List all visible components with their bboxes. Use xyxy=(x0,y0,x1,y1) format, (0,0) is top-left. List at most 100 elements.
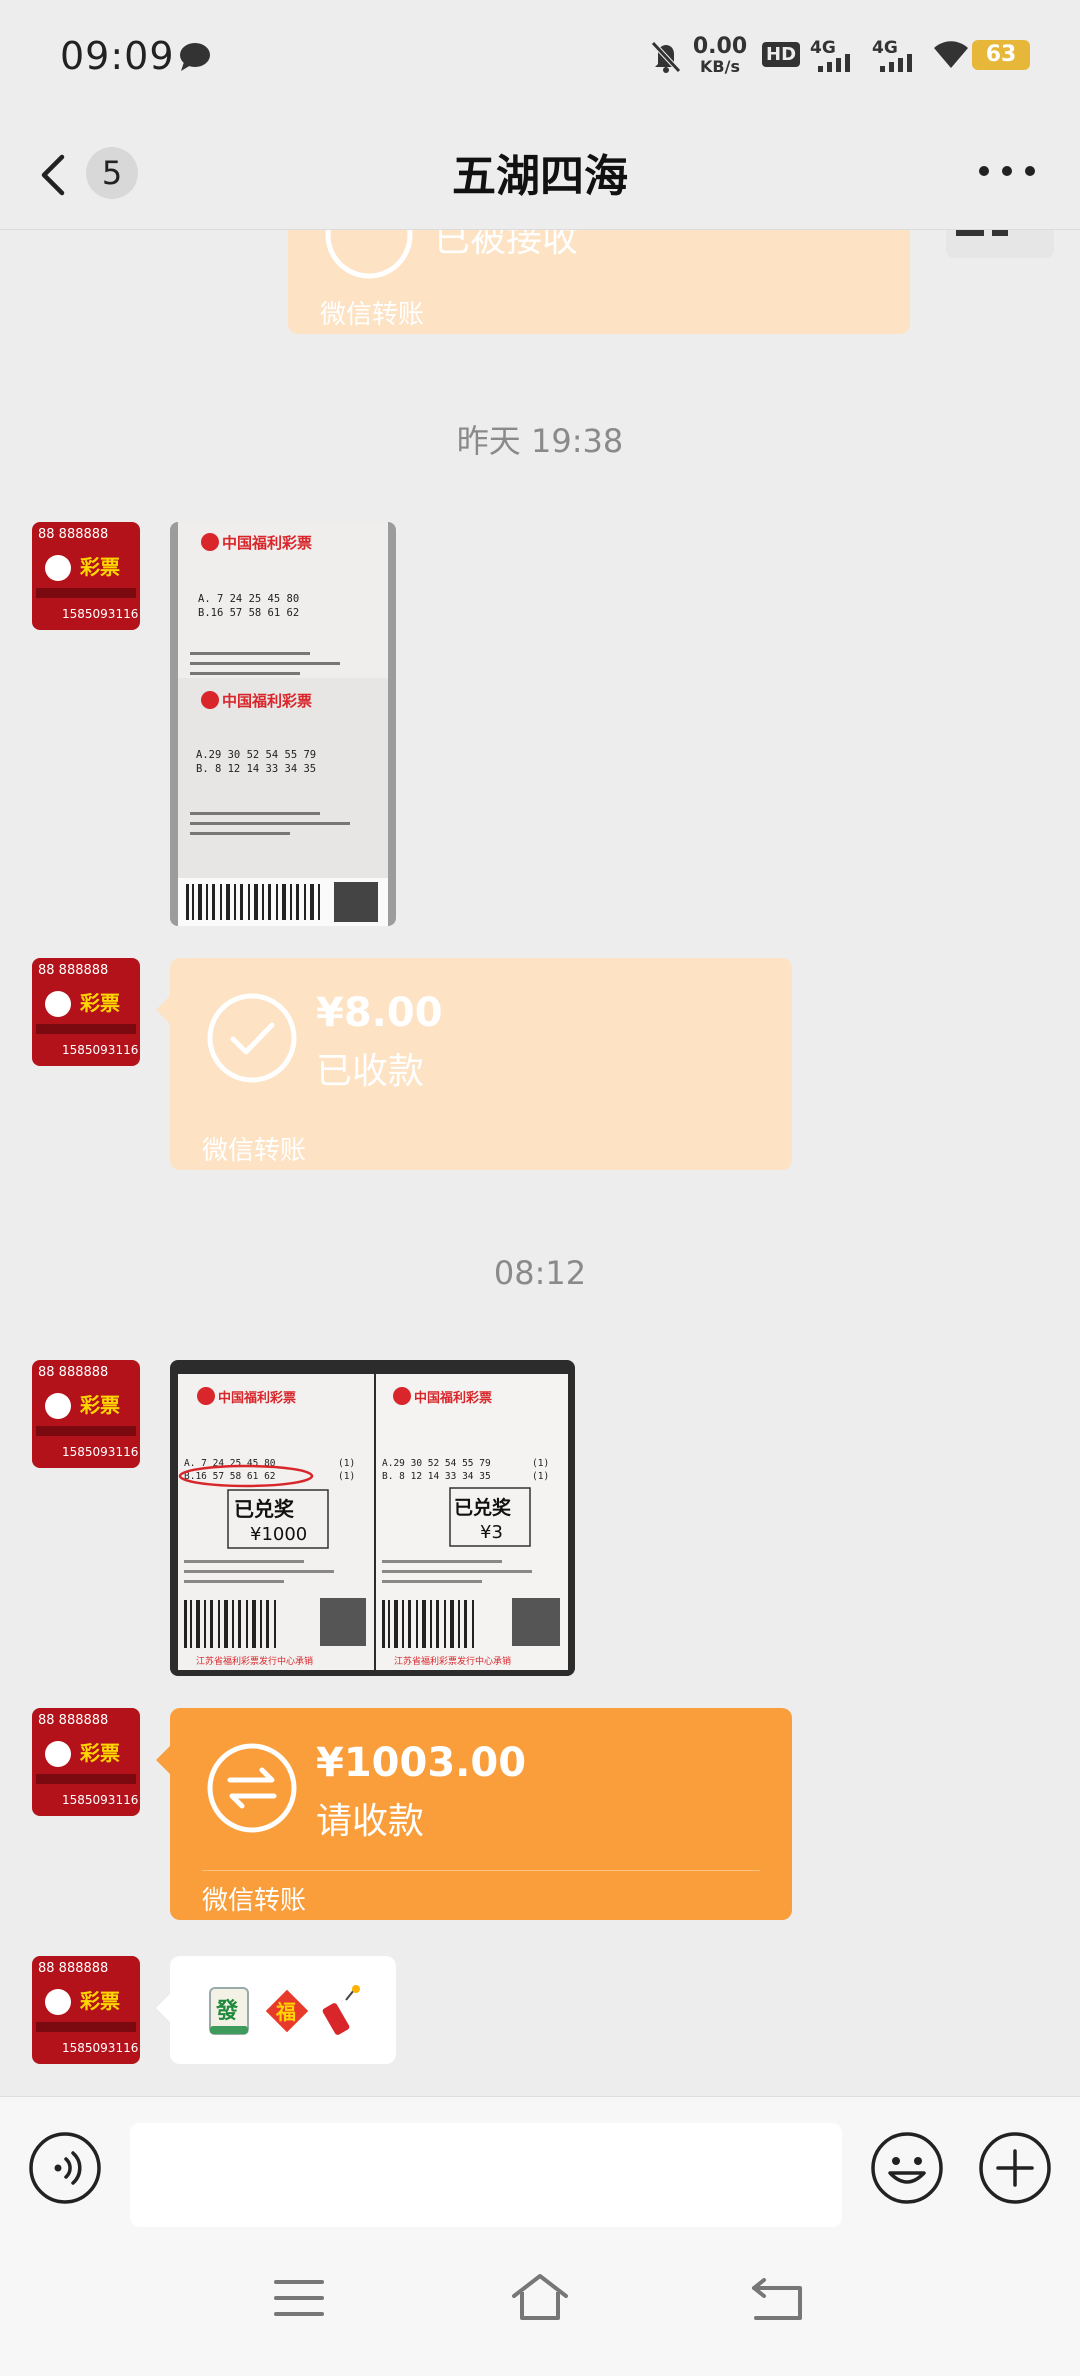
svg-text:1585093116: 1585093116 xyxy=(62,2041,138,2055)
message-input-bar xyxy=(0,2096,1080,2236)
status-time: 09:09 xyxy=(60,34,175,78)
svg-text:(1): (1) xyxy=(338,1471,355,1482)
sender-avatar[interactable]: 88 888888 彩票 1585093116 xyxy=(32,1360,140,1468)
svg-text:A. 7 24 25 45 80: A. 7 24 25 45 80 xyxy=(198,593,299,605)
lottery-avatar-image: 88 888888 彩票 1585093116 xyxy=(32,1360,140,1468)
svg-text:江苏省福利彩票发行中心承销: 江苏省福利彩票发行中心承销 xyxy=(196,1655,313,1667)
transfer-arrows-icon xyxy=(207,1743,297,1833)
checkmark-circle-icon xyxy=(207,993,297,1083)
svg-text:1585093116: 1585093116 xyxy=(62,1445,138,1459)
transfer-amount: ¥8.00 xyxy=(316,990,443,1036)
svg-text:B. 8 12 14 33 34 35: B. 8 12 14 33 34 35 xyxy=(196,763,316,775)
svg-text:(1): (1) xyxy=(532,1471,549,1482)
checkmark-circle-icon xyxy=(325,230,413,279)
svg-text:(1): (1) xyxy=(532,1458,549,1469)
more-functions-button[interactable] xyxy=(978,2131,1052,2209)
smiley-face-icon xyxy=(871,2132,943,2204)
svg-text:A.29 30 52 54 55 79: A.29 30 52 54 55 79 xyxy=(382,1458,491,1469)
svg-text:B.16 57 58 61 62: B.16 57 58 61 62 xyxy=(198,607,299,619)
message-timestamp: 08:12 xyxy=(493,1254,587,1292)
sender-avatar[interactable]: 88 888888 彩票 1585093116 xyxy=(32,958,140,1066)
svg-text:(1): (1) xyxy=(338,1458,355,1469)
mahjong-fa-emoji: 發 xyxy=(209,1987,249,2035)
lottery-avatar-image: 88 888888 彩票 1585093116 xyxy=(32,958,140,1066)
svg-text:¥1000: ¥1000 xyxy=(250,1524,307,1545)
svg-text:1585093116: 1585093116 xyxy=(62,1043,138,1057)
transfer-amount: ¥1003.00 xyxy=(316,1740,527,1786)
sender-avatar[interactable]: 88 888888 彩票 1585093116 xyxy=(32,522,140,630)
fu-character-emoji: 福 xyxy=(265,1989,309,2033)
signal-bars-icon xyxy=(818,54,850,72)
emoji-picker-button[interactable] xyxy=(870,2131,944,2209)
voice-icon xyxy=(29,2132,101,2204)
svg-text:1585093116: 1585093116 xyxy=(62,607,138,621)
wifi-icon xyxy=(934,41,968,68)
svg-text:88 888888: 88 888888 xyxy=(38,527,108,542)
lottery-avatar-image: 88 888888 彩票 1585093116 xyxy=(32,1956,140,2064)
status-bar: 09:09 0.00 KB/s HD 4G 4G 63 xyxy=(0,0,1080,115)
svg-text:彩票: 彩票 xyxy=(79,1989,120,2013)
svg-text:88 888888: 88 888888 xyxy=(38,1713,108,1728)
transfer-footer: 微信转账 xyxy=(320,300,425,330)
network-speed-unit: KB/s xyxy=(700,57,740,76)
svg-text:已兑奖: 已兑奖 xyxy=(234,1497,295,1521)
image-message[interactable]: 中国福利彩票 A. 7 24 25 45 80 B.16 57 58 61 62… xyxy=(170,1360,575,1676)
self-avatar-partial[interactable] xyxy=(946,230,1054,258)
transfer-status: 请收款 xyxy=(316,1801,425,1842)
sender-avatar[interactable]: 88 888888 彩票 1585093116 xyxy=(32,1956,140,2064)
firecracker-emoji xyxy=(322,1985,360,2035)
more-options-button[interactable] xyxy=(972,151,1042,191)
menu-lines-icon xyxy=(274,2280,324,2316)
svg-text:彩票: 彩票 xyxy=(79,555,120,579)
svg-text:中国福利彩票: 中国福利彩票 xyxy=(218,1390,296,1406)
svg-text:B.16 57 58 61 62: B.16 57 58 61 62 xyxy=(184,1471,276,1482)
home-button[interactable] xyxy=(508,2272,572,2328)
voice-input-button[interactable] xyxy=(28,2131,102,2209)
back-arrow-icon xyxy=(752,2278,802,2320)
transfer-status: 已被接收 xyxy=(434,230,579,260)
transfer-status: 已收款 xyxy=(316,1051,425,1092)
svg-text:中国福利彩票: 中国福利彩票 xyxy=(414,1390,492,1406)
svg-text:彩票: 彩票 xyxy=(79,1393,120,1417)
lottery-avatar-image: 88 888888 彩票 1585093116 xyxy=(32,522,140,630)
transfer-message-received[interactable]: ¥8.00 已收款 微信转账 xyxy=(156,958,792,1170)
plus-circle-icon xyxy=(979,2132,1051,2204)
hd-icon: HD xyxy=(762,42,801,67)
sender-avatar[interactable]: 88 888888 彩票 1585093116 xyxy=(32,1708,140,1816)
svg-text:¥3: ¥3 xyxy=(480,1522,503,1543)
signal-sim1: 4G xyxy=(810,38,870,74)
chat-header: 5 五湖四海 xyxy=(0,115,1080,230)
system-navigation-bar xyxy=(0,2236,1080,2376)
signal-bars-icon xyxy=(880,54,912,72)
svg-text:發: 發 xyxy=(215,1999,238,2024)
svg-text:B. 8 12 14 33 34 35: B. 8 12 14 33 34 35 xyxy=(382,1471,491,1482)
home-icon xyxy=(512,2274,568,2320)
transfer-footer: 微信转账 xyxy=(202,1886,307,1916)
svg-text:中国福利彩票: 中国福利彩票 xyxy=(222,692,312,710)
svg-text:中国福利彩票: 中国福利彩票 xyxy=(222,534,312,552)
svg-text:已兑奖: 已兑奖 xyxy=(454,1496,512,1519)
signal-sim2: 4G xyxy=(872,38,932,74)
chat-title: 五湖四海 xyxy=(452,151,628,202)
emoji-message[interactable]: 發 福 xyxy=(156,1956,396,2064)
transfer-footer: 微信转账 xyxy=(202,1136,307,1166)
svg-text:1585093116: 1585093116 xyxy=(62,1793,138,1807)
recent-apps-button[interactable] xyxy=(272,2276,326,2324)
lottery-avatar-image: 88 888888 彩票 1585093116 xyxy=(32,1708,140,1816)
svg-text:彩票: 彩票 xyxy=(79,1741,120,1765)
battery-indicator: 63 xyxy=(972,40,1030,70)
lottery-tickets-photo: 中国福利彩票 A. 7 24 25 45 80 B.16 57 58 61 62… xyxy=(170,522,396,926)
image-message[interactable]: 中国福利彩票 A. 7 24 25 45 80 B.16 57 58 61 62… xyxy=(170,522,396,926)
transfer-message-received-top[interactable]: 已被接收 微信转账 xyxy=(288,230,910,334)
transfer-divider xyxy=(202,1870,760,1871)
chat-message-list[interactable]: 已被接收 微信转账 昨天 19:38 88 888888 彩票 15850931… xyxy=(0,230,1080,2096)
network-speed-value: 0.00 xyxy=(692,34,748,59)
message-text-field[interactable] xyxy=(130,2123,842,2227)
status-indicators: 0.00 KB/s HD 4G 4G 63 xyxy=(650,34,1030,82)
chat-notification-icon xyxy=(180,43,210,71)
svg-text:江苏省福利彩票发行中心承销: 江苏省福利彩票发行中心承销 xyxy=(394,1655,511,1667)
system-back-button[interactable] xyxy=(748,2272,808,2328)
transfer-message-request[interactable]: ¥1003.00 请收款 微信转账 xyxy=(156,1708,792,1920)
svg-text:88 888888: 88 888888 xyxy=(38,1961,108,1976)
more-dots-icon xyxy=(979,166,1035,176)
